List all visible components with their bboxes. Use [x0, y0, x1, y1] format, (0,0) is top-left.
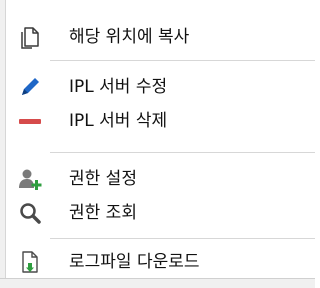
download-logfile-label: 로그파일 다운로드 [69, 252, 200, 272]
edit-ipl-server-item[interactable]: IPL 서버 수정 [6, 70, 306, 104]
copy-icon [18, 25, 42, 49]
context-menu: 해당 위치에 복사 IPL 서버 수정 IPL 서버 삭제 권한 설정 권한 조… [0, 0, 315, 288]
permission-query-label: 권한 조회 [69, 203, 137, 223]
delete-ipl-server-label: IPL 서버 삭제 [69, 111, 168, 131]
menu-separator [50, 60, 315, 61]
permission-settings-label: 권한 설정 [69, 169, 137, 189]
minus-icon [18, 109, 42, 133]
pencil-icon [18, 75, 42, 99]
download-logfile-item[interactable]: 로그파일 다운로드 [6, 245, 306, 279]
copy-to-location-item[interactable]: 해당 위치에 복사 [6, 20, 306, 54]
menu-separator [50, 152, 315, 153]
copy-to-location-label: 해당 위치에 복사 [69, 27, 190, 47]
permission-settings-item[interactable]: 권한 설정 [6, 162, 306, 196]
user-add-icon [18, 167, 42, 191]
search-icon [18, 201, 42, 225]
permission-query-item[interactable]: 권한 조회 [6, 196, 306, 230]
delete-ipl-server-item[interactable]: IPL 서버 삭제 [6, 104, 306, 138]
download-file-icon [18, 250, 42, 274]
menu-separator [50, 238, 315, 239]
edit-ipl-server-label: IPL 서버 수정 [69, 77, 168, 97]
